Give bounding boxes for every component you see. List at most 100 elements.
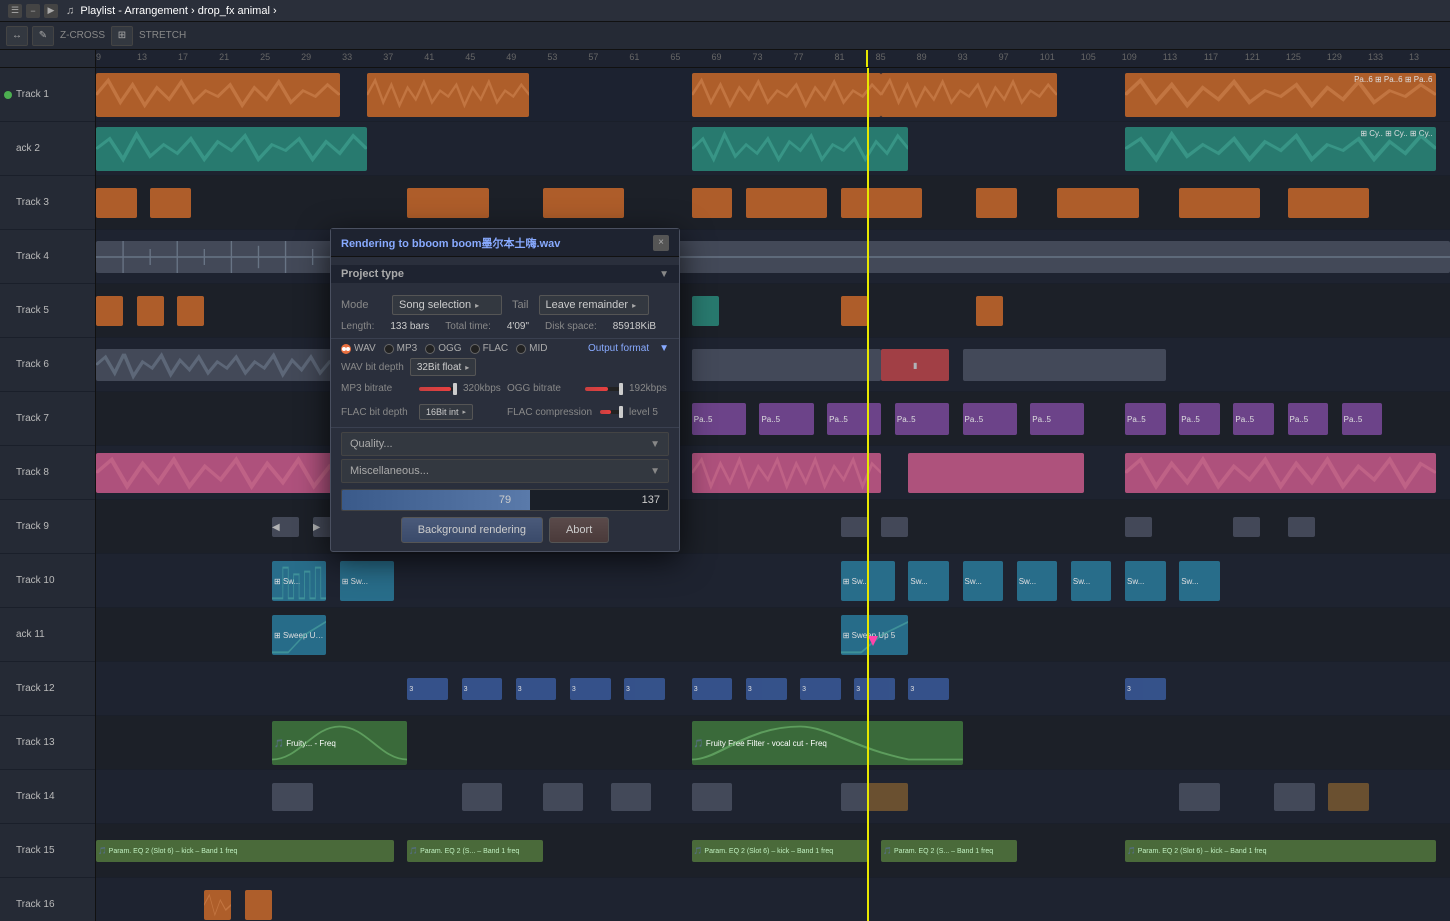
clip-10-4[interactable]: Sw... [908,561,949,601]
radio-ogg[interactable] [425,344,435,354]
clip-14-3[interactable] [543,783,584,811]
flac-compression-slider[interactable] [600,410,621,414]
clip-10-8[interactable]: Sw... [1125,561,1166,601]
clip-12-1[interactable]: 3 [407,678,448,700]
clip-12-11[interactable]: 3 [1125,678,1166,700]
clip-12-4[interactable]: 3 [570,678,611,700]
clip-1-3[interactable] [692,73,882,117]
clip-12-3[interactable]: 3 [516,678,557,700]
clip-3-8[interactable] [976,188,1017,218]
clip-2-3[interactable]: ⊞ Cy.. ⊞ Cy.. ⊞ Cy.. [1125,127,1436,171]
project-type-header[interactable]: Project type ▼ [331,265,679,283]
clip-7-9[interactable]: Pa..5 [1233,403,1274,435]
clip-15-4[interactable]: 🎵 Param. EQ 2 (S... – Band 1 freq [881,840,1016,862]
track-label-15[interactable]: Track 15 [0,824,95,878]
toolbar-btn-2[interactable]: ✎ [32,26,54,46]
clip-14-10[interactable] [1328,783,1369,811]
track-label-12[interactable]: Track 12 [0,662,95,716]
track-label-10[interactable]: Track 10 [0,554,95,608]
track-label-8[interactable]: Track 8 [0,446,95,500]
clip-9-6[interactable] [1125,517,1152,537]
clip-7-3[interactable]: Pa..5 [827,403,881,435]
clip-7-6[interactable]: Pa..5 [1030,403,1084,435]
radio-mp3[interactable] [384,344,394,354]
clip-9-7[interactable] [1233,517,1260,537]
clip-10-6[interactable]: Sw... [1017,561,1058,601]
clip-5-4[interactable] [692,296,719,326]
radio-mid[interactable] [516,344,526,354]
clip-1-5[interactable]: Pa..6 ⊞ Pa..6 ⊞ Pa..6 [1125,73,1436,117]
clip-14-7[interactable] [868,783,909,811]
clip-6-4[interactable] [963,349,1166,381]
clip-3-5[interactable] [692,188,733,218]
modal-close-button[interactable]: × [653,235,669,251]
clip-15-5[interactable]: 🎵 Param. EQ 2 (Slot 6) – kick – Band 1 f… [1125,840,1436,862]
clip-14-2[interactable] [462,783,503,811]
clip-8-2[interactable] [692,453,882,493]
flac-depth-dropdown[interactable]: 16Bit int ▸ [419,404,473,420]
clip-11-2[interactable]: ⊞ Sweep Up 5 [841,615,909,655]
toolbar-btn-1[interactable]: ↔ [6,26,28,46]
bit-depth-dropdown[interactable]: 32Bit float ▸ [410,358,477,376]
clip-6-3[interactable]: ▮ [881,349,949,381]
clip-7-1[interactable]: Pa..5 [692,403,746,435]
clip-14-5[interactable] [692,783,733,811]
clip-5-2[interactable] [137,296,164,326]
clip-3-10[interactable] [1179,188,1260,218]
clip-4-1[interactable] [96,241,1450,273]
radio-wav[interactable] [341,344,351,354]
clip-14-8[interactable] [1179,783,1220,811]
clip-10-7[interactable]: Sw... [1071,561,1112,601]
miscellaneous-row[interactable]: Miscellaneous... ▼ [341,459,669,483]
clip-7-7[interactable]: Pa..5 [1125,403,1166,435]
track-label-4[interactable]: Track 4 [0,230,95,284]
clip-5-1[interactable] [96,296,123,326]
clip-12-10[interactable]: 3 [908,678,949,700]
clip-15-1[interactable]: 🎵 Param. EQ 2 (Slot 6) – kick – Band 1 f… [96,840,394,862]
clip-15-3[interactable]: 🎵 Param. EQ 2 (Slot 6) – kick – Band 1 f… [692,840,868,862]
clip-3-9[interactable] [1057,188,1138,218]
track-label-2[interactable]: ack 2 [0,122,95,176]
format-wav[interactable]: WAV [341,343,376,354]
clip-13-1[interactable]: 🎵 Fruity... - Freq [272,721,407,765]
clip-7-4[interactable]: Pa..5 [895,403,949,435]
clip-10-9[interactable]: Sw... [1179,561,1220,601]
track-label-16[interactable]: Track 16 [0,878,95,921]
clip-7-5[interactable]: Pa..5 [963,403,1017,435]
radio-flac[interactable] [470,344,480,354]
modal-header[interactable]: Rendering to bboom boom墨尔本土嗨.wav × [331,229,679,257]
clip-15-2[interactable]: 🎵 Param. EQ 2 (S... – Band 1 freq [407,840,542,862]
clip-3-3[interactable] [407,188,488,218]
clip-7-2[interactable]: Pa..5 [759,403,813,435]
clip-3-2[interactable] [150,188,191,218]
clip-1-2[interactable] [367,73,529,117]
clip-12-6[interactable]: 3 [692,678,733,700]
abort-button[interactable]: Abort [549,517,609,543]
clip-10-1[interactable]: ⊞ Sw... [272,561,326,601]
clip-1-4[interactable] [881,73,1057,117]
clip-13-2[interactable]: 🎵 Fruity Free Filter - vocal cut - Freq [692,721,963,765]
render-dialog[interactable]: Rendering to bboom boom墨尔本土嗨.wav × Proje… [330,228,680,552]
toolbar-btn-3[interactable]: ⊞ [111,26,133,46]
menu-icon[interactable]: ☰ [8,4,22,18]
clip-14-1[interactable] [272,783,313,811]
clip-12-8[interactable]: 3 [800,678,841,700]
clip-6-2[interactable] [692,349,882,381]
clip-12-5[interactable]: 3 [624,678,665,700]
mp3-bitrate-slider[interactable] [419,387,455,391]
quality-row[interactable]: Quality... ▼ [341,432,669,456]
clip-3-11[interactable] [1288,188,1369,218]
clip-9-5[interactable] [881,517,908,537]
clip-14-9[interactable] [1274,783,1315,811]
clip-8-4[interactable] [1125,453,1436,493]
clip-8-3[interactable] [908,453,1084,493]
track-label-14[interactable]: Track 14 [0,770,95,824]
clip-10-5[interactable]: Sw... [963,561,1004,601]
tail-dropdown[interactable]: Leave remainder ▸ [539,295,649,315]
clip-2-2[interactable] [692,127,909,171]
clip-9-1[interactable]: ◀ [272,517,299,537]
clip-1-1[interactable] [96,73,340,117]
clip-12-2[interactable]: 3 [462,678,503,700]
mode-dropdown[interactable]: Song selection ▸ [392,295,502,315]
track-label-11[interactable]: ack 11 [0,608,95,662]
